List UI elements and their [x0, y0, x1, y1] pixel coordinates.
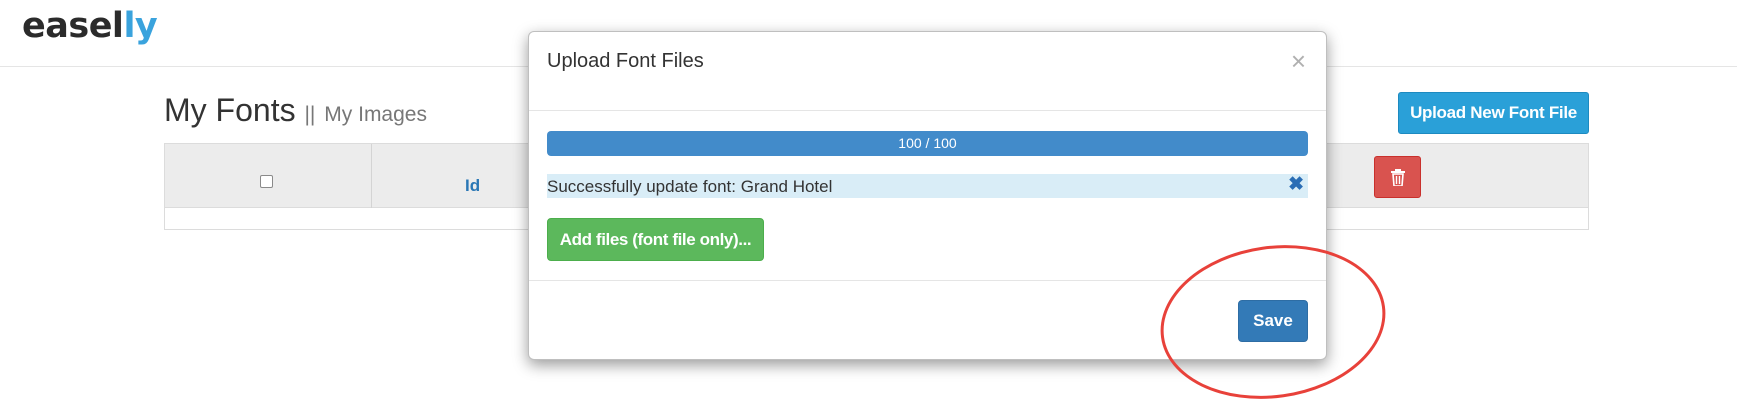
modal-header: Upload Font Files × [529, 32, 1326, 111]
status-message-text: Successfully update font: Grand Hotel [547, 177, 833, 196]
remove-icon[interactable]: ✖ [1288, 175, 1304, 194]
close-icon[interactable]: × [1291, 48, 1306, 74]
page: easelly My Fonts || My Images Upload New… [0, 0, 1737, 417]
upload-status-message: Successfully update font: Grand Hotel ✖ [547, 174, 1308, 198]
upload-progress-bar: 100 / 100 [547, 131, 1308, 156]
add-files-button[interactable]: Add files (font file only)... [547, 218, 764, 261]
modal-title: Upload Font Files [547, 50, 704, 72]
